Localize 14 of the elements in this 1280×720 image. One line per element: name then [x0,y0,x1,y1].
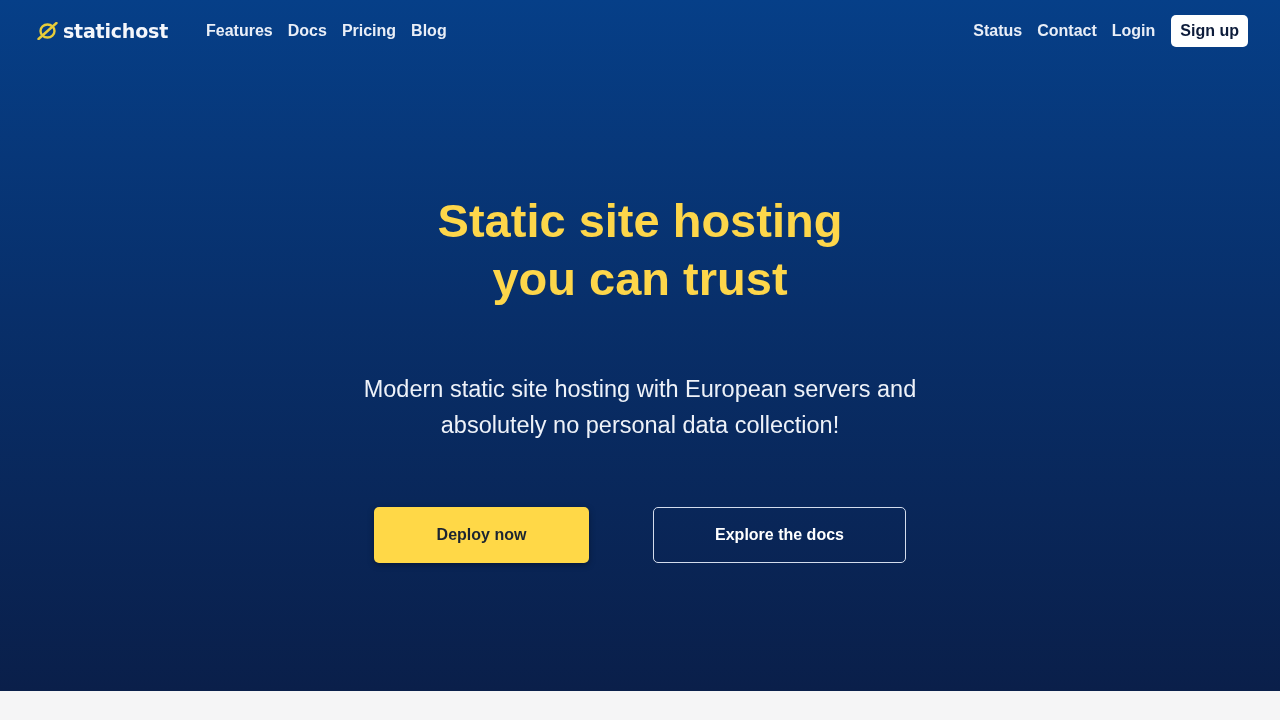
nav-link[interactable]: Login [1111,22,1156,40]
logo-slashed-circle-icon [37,22,58,40]
logo[interactable]: statichost [37,20,169,42]
hero-subtitle: Modern static site hosting with European servers and absolutely no personal data collection! [363,375,917,440]
deploy-button[interactable]: Deploy now [374,507,589,563]
docs-button[interactable]: Explore the docs [653,507,906,563]
nav-link[interactable]: Status [973,22,1023,40]
nav-link[interactable]: Features [206,22,273,40]
sign-up-button[interactable]: Sign up [1171,15,1248,47]
nav-link[interactable]: Blog [411,22,447,40]
nav-link[interactable]: Contact [1037,22,1097,40]
hero-title: Static site hosting you can trust [437,193,843,307]
nav-link[interactable]: Pricing [341,22,397,40]
nav-link[interactable]: Docs [287,22,327,40]
